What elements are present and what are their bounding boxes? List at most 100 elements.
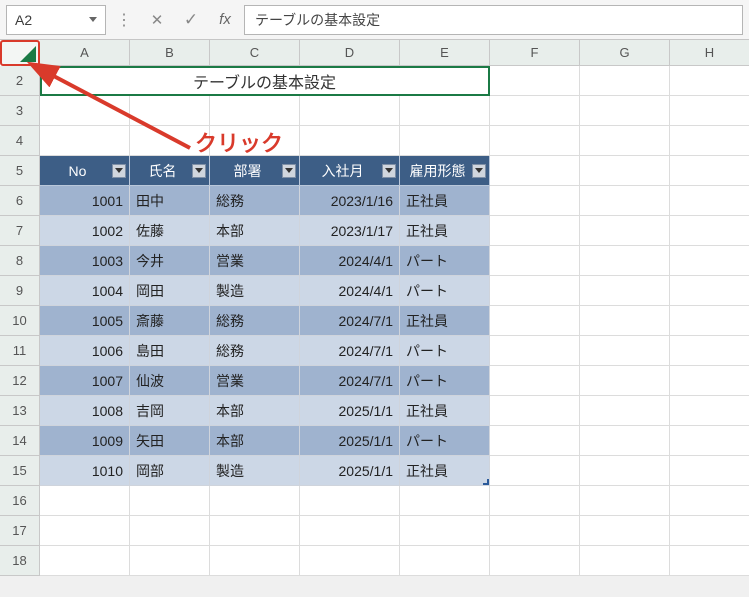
- table-cell-dept[interactable]: 総務: [210, 336, 300, 366]
- cell-blank[interactable]: [580, 276, 670, 306]
- table-cell-no[interactable]: 1005: [40, 306, 130, 336]
- table-cell-name[interactable]: 佐藤: [130, 216, 210, 246]
- cell-empty[interactable]: [400, 546, 490, 576]
- cell-empty[interactable]: [490, 486, 580, 516]
- cell-empty[interactable]: [40, 486, 130, 516]
- row-header-16[interactable]: 16: [0, 486, 40, 516]
- row-header-2[interactable]: 2: [0, 66, 40, 96]
- table-cell-dept[interactable]: 営業: [210, 366, 300, 396]
- filter-dropdown-icon[interactable]: [192, 164, 206, 178]
- cell-empty[interactable]: [400, 96, 490, 126]
- cell-empty[interactable]: [490, 96, 580, 126]
- cell-empty[interactable]: [130, 126, 210, 156]
- row-header-12[interactable]: 12: [0, 366, 40, 396]
- cell-blank[interactable]: [490, 336, 580, 366]
- table-header-no[interactable]: No: [40, 156, 130, 186]
- table-cell-type[interactable]: 正社員: [400, 456, 490, 486]
- table-cell-type[interactable]: パート: [400, 276, 490, 306]
- cell-blank[interactable]: [490, 426, 580, 456]
- cell-blank[interactable]: [670, 246, 749, 276]
- cell-empty[interactable]: [130, 96, 210, 126]
- cell-empty[interactable]: [40, 516, 130, 546]
- table-cell-date[interactable]: 2025/1/1: [300, 426, 400, 456]
- cell-empty[interactable]: [670, 126, 749, 156]
- filter-dropdown-icon[interactable]: [112, 164, 126, 178]
- cell-blank[interactable]: [490, 186, 580, 216]
- row-header-5[interactable]: 5: [0, 156, 40, 186]
- column-header-B[interactable]: B: [130, 40, 210, 66]
- cell-empty[interactable]: [300, 126, 400, 156]
- cell-empty[interactable]: [300, 486, 400, 516]
- filter-dropdown-icon[interactable]: [382, 164, 396, 178]
- row-header-13[interactable]: 13: [0, 396, 40, 426]
- cell-blank[interactable]: [670, 66, 749, 96]
- table-resize-handle-icon[interactable]: [483, 479, 489, 485]
- cell-blank[interactable]: [670, 396, 749, 426]
- enter-check-icon[interactable]: ✓: [176, 5, 206, 35]
- cell-empty[interactable]: [300, 96, 400, 126]
- cell-blank[interactable]: [580, 246, 670, 276]
- table-cell-no[interactable]: 1008: [40, 396, 130, 426]
- table-cell-no[interactable]: 1001: [40, 186, 130, 216]
- table-cell-name[interactable]: 岡部: [130, 456, 210, 486]
- table-cell-no[interactable]: 1003: [40, 246, 130, 276]
- cell-blank[interactable]: [670, 366, 749, 396]
- cell-empty[interactable]: [210, 96, 300, 126]
- table-header-date[interactable]: 入社月: [300, 156, 400, 186]
- cell-blank[interactable]: [670, 216, 749, 246]
- cell-blank[interactable]: [670, 456, 749, 486]
- table-cell-date[interactable]: 2023/1/17: [300, 216, 400, 246]
- cell-blank[interactable]: [490, 276, 580, 306]
- title-cell[interactable]: テーブルの基本設定: [40, 66, 490, 96]
- table-cell-dept[interactable]: 製造: [210, 276, 300, 306]
- cell-empty[interactable]: [210, 516, 300, 546]
- row-header-7[interactable]: 7: [0, 216, 40, 246]
- table-cell-type[interactable]: 正社員: [400, 186, 490, 216]
- table-header-type[interactable]: 雇用形態: [400, 156, 490, 186]
- cell-empty[interactable]: [40, 546, 130, 576]
- cell-blank[interactable]: [580, 66, 670, 96]
- table-cell-no[interactable]: 1007: [40, 366, 130, 396]
- column-header-D[interactable]: D: [300, 40, 400, 66]
- cell-empty[interactable]: [300, 546, 400, 576]
- table-cell-dept[interactable]: 営業: [210, 246, 300, 276]
- table-cell-type[interactable]: パート: [400, 366, 490, 396]
- table-cell-dept[interactable]: 製造: [210, 456, 300, 486]
- cell-blank[interactable]: [580, 426, 670, 456]
- column-header-E[interactable]: E: [400, 40, 490, 66]
- cell-empty[interactable]: [130, 546, 210, 576]
- table-cell-dept[interactable]: 本部: [210, 396, 300, 426]
- column-header-G[interactable]: G: [580, 40, 670, 66]
- row-header-6[interactable]: 6: [0, 186, 40, 216]
- cell-blank[interactable]: [580, 216, 670, 246]
- cell-blank[interactable]: [490, 246, 580, 276]
- table-cell-no[interactable]: 1009: [40, 426, 130, 456]
- cell-blank[interactable]: [580, 186, 670, 216]
- table-cell-type[interactable]: 正社員: [400, 216, 490, 246]
- filter-dropdown-icon[interactable]: [472, 164, 486, 178]
- cell-empty[interactable]: [670, 96, 749, 126]
- cell-blank[interactable]: [580, 156, 670, 186]
- row-header-17[interactable]: 17: [0, 516, 40, 546]
- column-header-F[interactable]: F: [490, 40, 580, 66]
- cell-empty[interactable]: [670, 546, 749, 576]
- row-header-8[interactable]: 8: [0, 246, 40, 276]
- cell-blank[interactable]: [670, 186, 749, 216]
- cell-blank[interactable]: [580, 396, 670, 426]
- cell-blank[interactable]: [490, 216, 580, 246]
- cell-blank[interactable]: [490, 396, 580, 426]
- table-cell-type[interactable]: パート: [400, 336, 490, 366]
- row-header-4[interactable]: 4: [0, 126, 40, 156]
- table-cell-no[interactable]: 1004: [40, 276, 130, 306]
- table-cell-no[interactable]: 1006: [40, 336, 130, 366]
- table-cell-type[interactable]: 正社員: [400, 306, 490, 336]
- table-cell-dept[interactable]: 本部: [210, 426, 300, 456]
- cell-blank[interactable]: [670, 306, 749, 336]
- cell-empty[interactable]: [130, 516, 210, 546]
- row-header-3[interactable]: 3: [0, 96, 40, 126]
- table-cell-date[interactable]: 2023/1/16: [300, 186, 400, 216]
- row-header-15[interactable]: 15: [0, 456, 40, 486]
- cell-blank[interactable]: [490, 456, 580, 486]
- cell-empty[interactable]: [210, 546, 300, 576]
- table-cell-no[interactable]: 1010: [40, 456, 130, 486]
